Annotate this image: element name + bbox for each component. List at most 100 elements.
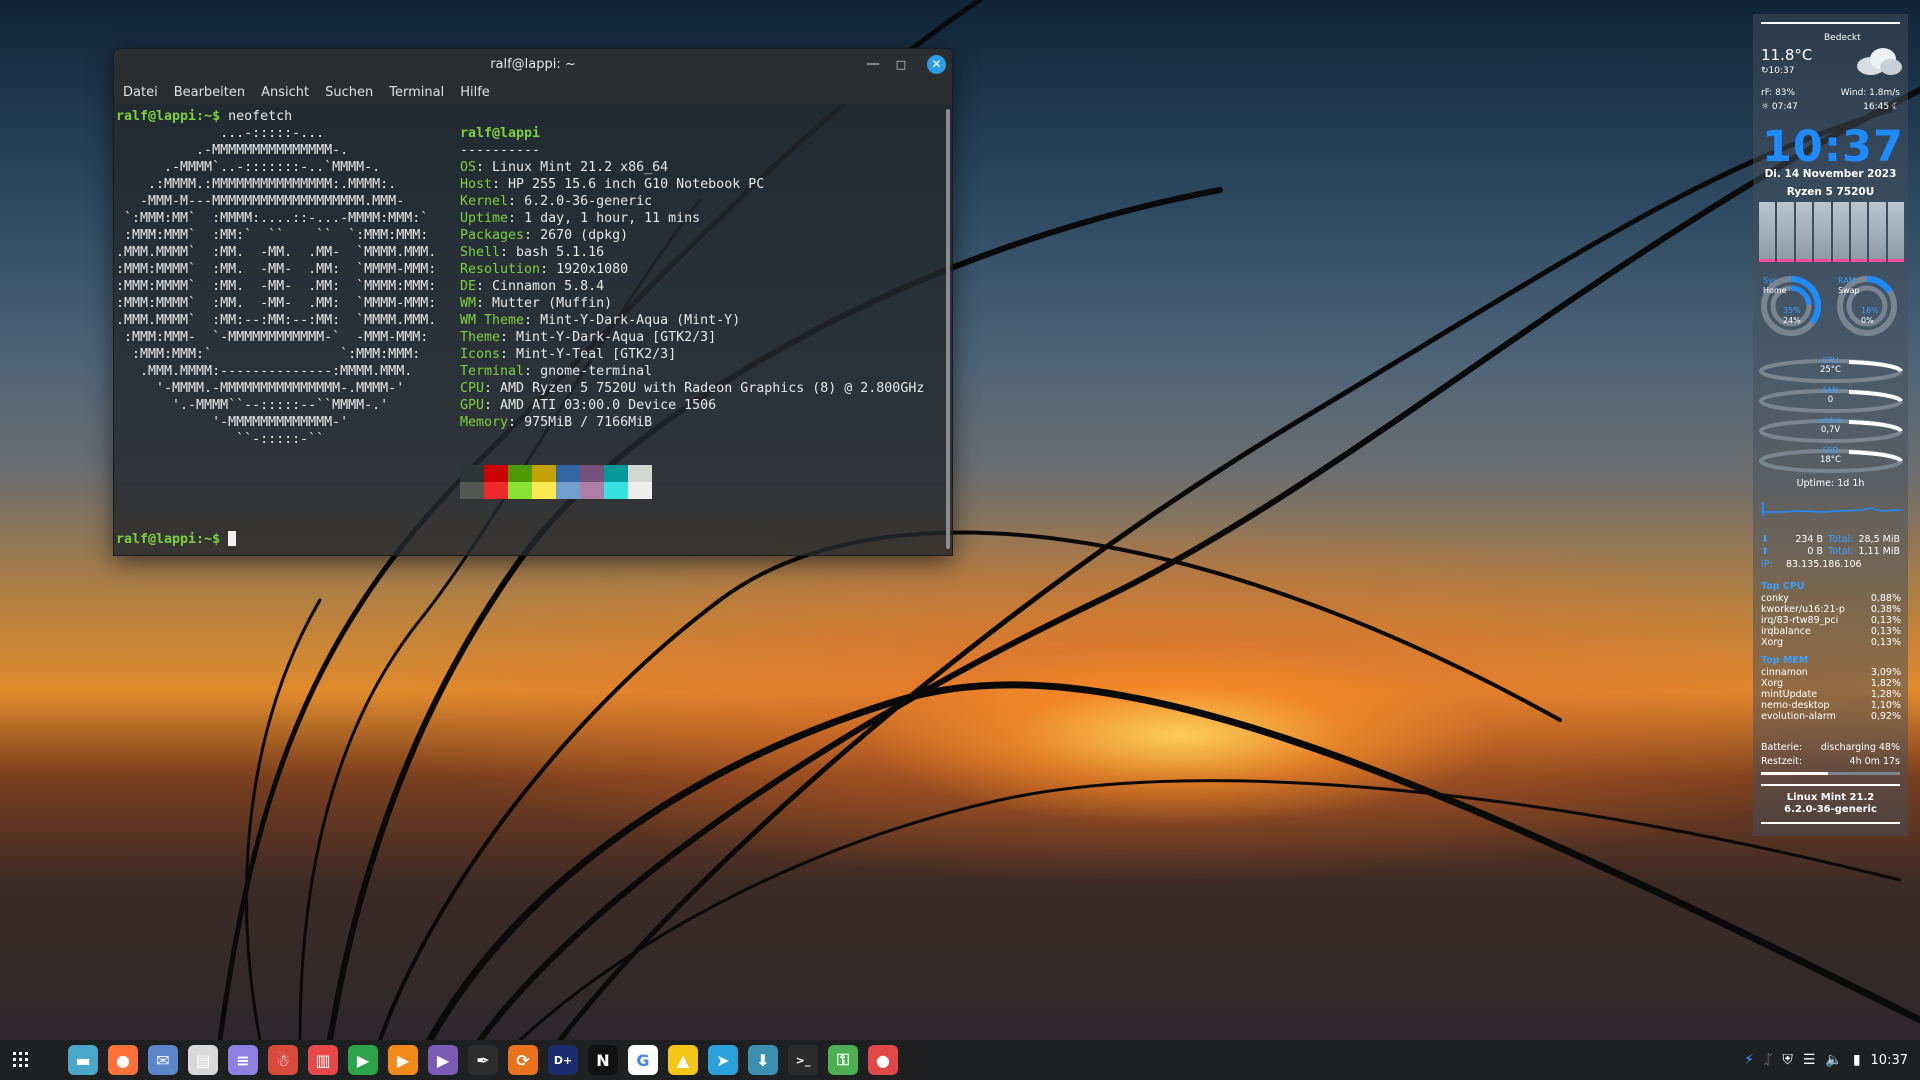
ip-label: IP: xyxy=(1761,559,1773,570)
process-value: 0,13% xyxy=(1870,615,1901,626)
menu-terminal[interactable]: Terminal xyxy=(389,85,444,100)
battery-bar-fill xyxy=(1761,772,1828,775)
sunrise: ☼ 07:47 xyxy=(1761,102,1798,112)
minimize-button[interactable]: — xyxy=(860,49,886,80)
power-icon[interactable]: ⚡ xyxy=(1744,1052,1754,1068)
info-line: Kernel: 6.2.0-36-generic xyxy=(460,193,924,210)
uptime: Uptime: 1d 1h xyxy=(1796,478,1865,489)
app-menu-grid-icon[interactable] xyxy=(8,1045,34,1075)
ascii-line: .-MMMM`..-:::::::-..`MMMM-. xyxy=(116,160,381,175)
terminal-icon[interactable]: >_ xyxy=(788,1045,818,1075)
terminal-title: ralf@lappi: ~ xyxy=(490,57,576,72)
sunset: 16:45 ☾ xyxy=(1863,102,1900,112)
info-colon: : xyxy=(524,364,541,379)
info-key: Kernel xyxy=(460,194,509,209)
info-value: HP 255 15.6 inch G10 Notebook PC xyxy=(508,177,765,192)
sys-label: Sys xyxy=(1763,276,1777,285)
play-store-icon[interactable]: ▶ xyxy=(348,1045,378,1075)
ascii-line: .MMM.MMMM` :MM. -MM. .MM- `MMMM.MMM. xyxy=(116,245,437,260)
book-reader-icon[interactable]: ▥ xyxy=(308,1045,338,1075)
net-up-total-label: Total: xyxy=(1828,546,1854,557)
notes-icon[interactable]: ≡ xyxy=(228,1045,258,1075)
net-down: 234 B xyxy=(1795,534,1823,545)
command-text: neofetch xyxy=(220,109,293,124)
palette-swatch xyxy=(580,482,604,499)
timeshift-icon[interactable]: ⟳ xyxy=(508,1045,538,1075)
info-line: Terminal: gnome-terminal xyxy=(460,363,924,380)
home-label: Home xyxy=(1763,286,1787,295)
menu-ansicht[interactable]: Ansicht xyxy=(261,85,309,100)
ascii-line: .MMM.MMMM` :MM:--:MM:--:MM: `MMMM.MMM. xyxy=(116,313,437,328)
conky-date: Di. 14 November 2023 xyxy=(1764,168,1897,180)
gimp-icon[interactable]: ☃ xyxy=(268,1045,298,1075)
menu-suchen[interactable]: Suchen xyxy=(325,85,373,100)
command-line-current[interactable]: ralf@lappi:~$ xyxy=(116,531,237,548)
info-colon: : xyxy=(508,194,525,209)
info-line: OS: Linux Mint 21.2 x86_64 xyxy=(460,159,924,176)
process-row: mintUpdate 1,28% xyxy=(1761,689,1901,700)
inkscape-icon[interactable]: ✒ xyxy=(468,1045,498,1075)
terminal-titlebar[interactable]: ralf@lappi: ~ — □ ✕ xyxy=(114,49,952,80)
ascii-line: :MMM:MMMM` :MM. -MM- .MM: `MMMM-MMM: xyxy=(116,296,437,311)
wifi-icon[interactable]: ☰ xyxy=(1803,1052,1816,1068)
mail-icon[interactable]: ✉ xyxy=(148,1045,178,1075)
terminal-window[interactable]: ralf@lappi: ~ — □ ✕ Datei Bearbeiten Ans… xyxy=(113,48,953,556)
key-manager-icon[interactable]: ⚿ xyxy=(828,1045,858,1075)
google-icon[interactable]: G xyxy=(628,1045,658,1075)
telegram-icon[interactable]: ➤ xyxy=(708,1045,738,1075)
terminal-output[interactable]: ralf@lappi:~$ neofetch ...-:::::-... .-M… xyxy=(114,104,944,555)
process-name: nemo-desktop xyxy=(1761,700,1830,711)
maximize-button[interactable]: □ xyxy=(888,49,914,80)
netflix-icon[interactable]: N xyxy=(588,1045,618,1075)
process-value: 0,92% xyxy=(1870,711,1901,722)
cpu-core-graph xyxy=(1759,202,1905,262)
process-value: 0,38% xyxy=(1870,604,1901,615)
taskbar-clock[interactable]: 10:37 xyxy=(1871,1053,1908,1068)
text-cursor xyxy=(228,531,237,546)
swap-value: 0% xyxy=(1861,316,1874,325)
ascii-line: :MMM:MMM:` `:MMM:MMM: xyxy=(116,347,421,362)
shield-icon[interactable]: ⛨ xyxy=(1782,1052,1793,1068)
ascii-line: ``-:::::-`` xyxy=(116,432,325,447)
menu-hilfe[interactable]: Hilfe xyxy=(460,85,490,100)
process-value: 0,13% xyxy=(1870,637,1901,648)
info-key: CPU xyxy=(460,381,485,396)
disney-plus-icon[interactable]: D+ xyxy=(548,1045,578,1075)
terminal-scrollbar[interactable] xyxy=(946,109,950,549)
video-player-icon[interactable]: ▶ xyxy=(428,1045,458,1075)
ip-address: 83.135.186.106 xyxy=(1786,559,1862,570)
menu-datei[interactable]: Datei xyxy=(123,85,158,100)
home-value: 24% xyxy=(1783,316,1801,325)
info-key: Resolution xyxy=(460,262,541,277)
info-value: Mint-Y-Teal [GTK2/3] xyxy=(516,347,677,362)
info-value: Linux Mint 21.2 x86_64 xyxy=(492,160,669,175)
palette-swatch xyxy=(532,482,556,499)
media-player-icon[interactable]: ▶ xyxy=(388,1045,418,1075)
info-value: 1 day, 1 hour, 11 mins xyxy=(524,211,701,226)
google-drive-icon[interactable]: ▲ xyxy=(668,1045,698,1075)
info-line: Theme: Mint-Y-Dark-Aqua [GTK2/3] xyxy=(460,329,924,346)
system-tray: ⚡ ᛢ ⛨ ☰ 🔈 ▮ 10:37 xyxy=(1744,1040,1908,1080)
screen-recorder-icon[interactable]: ● xyxy=(868,1045,898,1075)
sensor-label: vddnb xyxy=(1817,416,1844,425)
process-value: 0,13% xyxy=(1870,626,1901,637)
info-value: gnome-terminal xyxy=(540,364,653,379)
cpu-name: Ryzen 5 7520U xyxy=(1786,186,1875,198)
close-button[interactable]: ✕ xyxy=(927,55,946,74)
text-editor-icon[interactable]: ▤ xyxy=(188,1045,218,1075)
menu-bearbeiten[interactable]: Bearbeiten xyxy=(174,85,245,100)
firefox-icon[interactable]: ● xyxy=(108,1045,138,1075)
process-name: evolution-alarm xyxy=(1761,711,1836,722)
bluetooth-icon[interactable]: ᛢ xyxy=(1764,1052,1772,1068)
info-colon: : xyxy=(476,160,493,175)
core-bar xyxy=(1869,202,1887,262)
ascii-line: .:MMMM.:MMMMMMMMMMMMMMM:.MMMM:. xyxy=(116,177,397,192)
software-manager-icon[interactable]: ⬇ xyxy=(748,1045,778,1075)
core-bar xyxy=(1850,202,1868,262)
battery-icon[interactable]: ▮ xyxy=(1853,1052,1861,1068)
volume-icon[interactable]: 🔈 xyxy=(1825,1052,1842,1068)
files-icon[interactable]: ▬ xyxy=(68,1045,98,1075)
prompt: ralf@lappi:~$ xyxy=(116,532,221,547)
humidity: rF: 83% xyxy=(1761,88,1796,98)
info-key: OS xyxy=(460,160,477,175)
